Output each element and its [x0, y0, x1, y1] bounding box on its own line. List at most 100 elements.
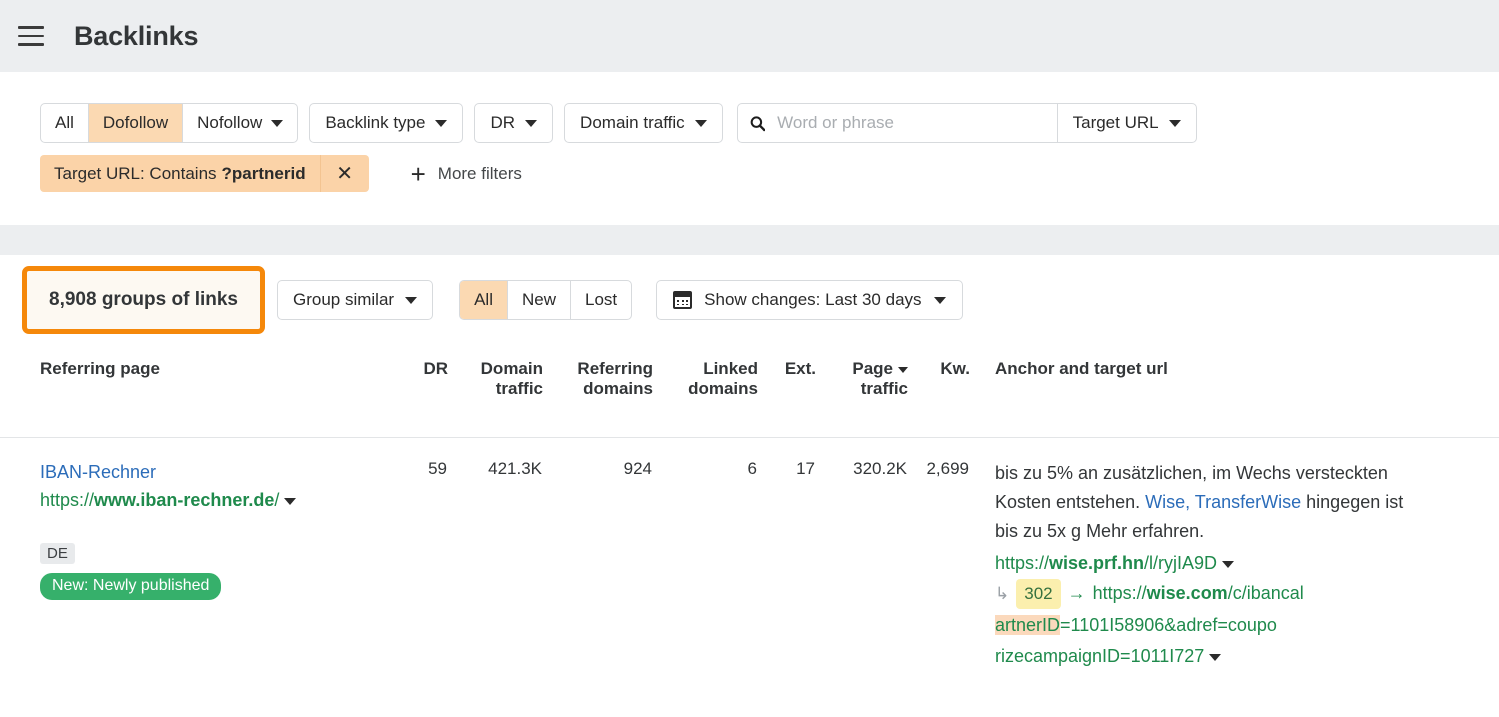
- table-row: IBAN-Rechner https://www.iban-rechner.de…: [0, 438, 1499, 673]
- referring-page-title-link[interactable]: IBAN-Rechner: [40, 459, 399, 485]
- filter-row-primary: All Dofollow Nofollow Backlink type DR D…: [40, 103, 1197, 143]
- cell-referring-page: IBAN-Rechner https://www.iban-rechner.de…: [0, 438, 400, 673]
- filter-option-nofollow-label: Nofollow: [197, 113, 262, 133]
- search-box[interactable]: [738, 104, 1058, 142]
- url-domain: www.iban-rechner.de: [94, 490, 274, 510]
- referring-page-url[interactable]: https://www.iban-rechner.de/: [40, 487, 399, 513]
- filter-panel: All Dofollow Nofollow Backlink type DR D…: [0, 72, 1499, 225]
- chevron-down-icon: [435, 120, 447, 127]
- close-icon[interactable]: ✕: [320, 155, 369, 192]
- cell-referring-domains[interactable]: 924: [543, 438, 653, 673]
- table-header-row: Referring page DR Domaintraffic Referrin…: [0, 345, 1499, 438]
- dr-filter-label: DR: [490, 113, 515, 133]
- redirect-url-highlight: artnerID: [995, 615, 1060, 635]
- chevron-down-icon: [1169, 120, 1181, 127]
- redirect-url-path-2: =1101I58906&adref=coupo: [1060, 615, 1277, 635]
- chevron-down-icon: [405, 297, 417, 304]
- hamburger-icon[interactable]: [12, 17, 50, 55]
- column-header-anchor-target-url[interactable]: Anchor and target url: [970, 345, 1499, 438]
- link-state-new[interactable]: New: [508, 281, 571, 319]
- link-state-all[interactable]: All: [460, 281, 508, 319]
- active-filter-chip[interactable]: Target URL: Contains ?partnerid ✕: [40, 155, 369, 192]
- cell-page-traffic: 320.2K: [816, 438, 908, 673]
- target-url-path: /l/ryjIA9D: [1144, 553, 1217, 573]
- redirect-url-line-2: artnerID=1101I58906&adref=coupo: [995, 611, 1415, 640]
- cell-kw[interactable]: 2,699: [908, 438, 970, 673]
- cell-linked-domains[interactable]: 6: [653, 438, 758, 673]
- filter-option-all[interactable]: All: [41, 104, 89, 142]
- backlinks-page: Backlinks All Dofollow Nofollow Backlink…: [0, 0, 1499, 717]
- app-header: Backlinks: [0, 0, 1499, 72]
- cell-anchor-and-target: bis zu 5% an zusätzlichen, im Wechs vers…: [970, 438, 1499, 673]
- active-filter-value: ?partnerid: [222, 164, 306, 184]
- follow-type-segmented-control[interactable]: All Dofollow Nofollow: [40, 103, 298, 143]
- column-header-domain-traffic[interactable]: Domaintraffic: [448, 345, 543, 438]
- anchor-text: bis zu 5% an zusätzlichen, im Wechs vers…: [995, 459, 1415, 546]
- filter-row-active-chips: Target URL: Contains ?partnerid ✕ + More…: [40, 155, 522, 192]
- domain-traffic-filter[interactable]: Domain traffic: [564, 103, 723, 143]
- anchor-text-part-1: bis zu 5% an zusätzlichen, im Wechs: [995, 463, 1291, 483]
- language-badge: DE: [40, 543, 75, 564]
- more-filters-button[interactable]: + More filters: [411, 161, 522, 187]
- domain-traffic-label: Domain traffic: [580, 113, 685, 133]
- target-url-scheme: https://: [995, 553, 1049, 573]
- link-state-lost[interactable]: Lost: [571, 281, 631, 319]
- backlink-type-label: Backlink type: [325, 113, 425, 133]
- redirect-url-path-1: /c/ibancal: [1228, 583, 1304, 603]
- column-header-referring-page[interactable]: Referring page: [0, 345, 400, 438]
- anchor-text-part-4: Mehr erfahren.: [1086, 521, 1204, 541]
- url-path: /: [274, 490, 279, 510]
- chevron-down-icon: [934, 297, 946, 304]
- redirect-status-code: 302: [1016, 579, 1060, 610]
- search-input[interactable]: [775, 112, 1044, 134]
- active-filter-chip-label: Target URL: Contains ?partnerid: [40, 155, 320, 192]
- cell-ext: 17: [758, 438, 816, 673]
- column-header-referring-domains[interactable]: Referringdomains: [543, 345, 653, 438]
- groups-count-label: 8,908 groups of links: [49, 289, 238, 311]
- chevron-down-icon: [695, 120, 707, 127]
- target-url-domain: wise.prf.hn: [1049, 553, 1144, 573]
- caret-down-icon[interactable]: [1209, 654, 1221, 661]
- groups-count-annotation: 8,908 groups of links: [22, 266, 265, 334]
- anchor-link-wise[interactable]: Wise,: [1145, 492, 1190, 512]
- results-toolbar: 8,908 groups of links Group similar All …: [0, 255, 1499, 345]
- search-group: Target URL: [737, 103, 1197, 143]
- caret-down-icon[interactable]: [284, 498, 296, 505]
- redirect-chain: ↳302→https://wise.com/c/ibancal: [995, 579, 1415, 610]
- group-similar-label: Group similar: [293, 290, 394, 310]
- anchor-block: bis zu 5% an zusätzlichen, im Wechs vers…: [995, 459, 1415, 671]
- column-header-dr[interactable]: DR: [400, 345, 448, 438]
- page-title: Backlinks: [74, 21, 198, 52]
- column-header-page-traffic[interactable]: Pagetraffic: [816, 345, 908, 438]
- redirect-url-path-3: rizecampaignID=1011I727: [995, 646, 1204, 666]
- dr-filter[interactable]: DR: [474, 103, 553, 143]
- chevron-down-icon: [525, 120, 537, 127]
- url-scheme: https://: [40, 490, 94, 510]
- link-state-segmented-control[interactable]: All New Lost: [459, 280, 632, 320]
- filter-option-dofollow[interactable]: Dofollow: [89, 104, 183, 142]
- redirect-url-line-3[interactable]: rizecampaignID=1011I727: [995, 642, 1415, 671]
- more-filters-label: More filters: [438, 164, 522, 184]
- redirect-url-domain: wise.com: [1147, 583, 1228, 603]
- anchor-link-transferwise[interactable]: TransferWise: [1195, 492, 1301, 512]
- redirect-url-scheme: https://: [1093, 583, 1147, 603]
- column-header-linked-domains[interactable]: Linkeddomains: [653, 345, 758, 438]
- cell-dr: 59: [400, 438, 448, 673]
- group-similar-dropdown[interactable]: Group similar: [277, 280, 433, 320]
- show-changes-label: Show changes: Last 30 days: [704, 290, 921, 310]
- content-area: 8,908 groups of links Group similar All …: [0, 255, 1499, 717]
- caret-down-icon[interactable]: [1222, 561, 1234, 568]
- search-scope-label: Target URL: [1073, 113, 1159, 133]
- show-changes-dropdown[interactable]: Show changes: Last 30 days: [656, 280, 962, 320]
- column-header-kw[interactable]: Kw.: [908, 345, 970, 438]
- table-body: IBAN-Rechner https://www.iban-rechner.de…: [0, 438, 1499, 673]
- cell-domain-traffic: 421.3K: [448, 438, 543, 673]
- plus-icon: +: [411, 161, 426, 187]
- search-scope-selector[interactable]: Target URL: [1058, 104, 1196, 142]
- backlink-type-filter[interactable]: Backlink type: [309, 103, 463, 143]
- filter-option-nofollow[interactable]: Nofollow: [183, 104, 297, 142]
- redirect-arrow-icon: →: [1068, 583, 1086, 603]
- column-header-ext[interactable]: Ext.: [758, 345, 816, 438]
- target-url[interactable]: https://wise.prf.hn/l/ryjIA9D: [995, 549, 1415, 578]
- calendar-icon: [673, 291, 692, 309]
